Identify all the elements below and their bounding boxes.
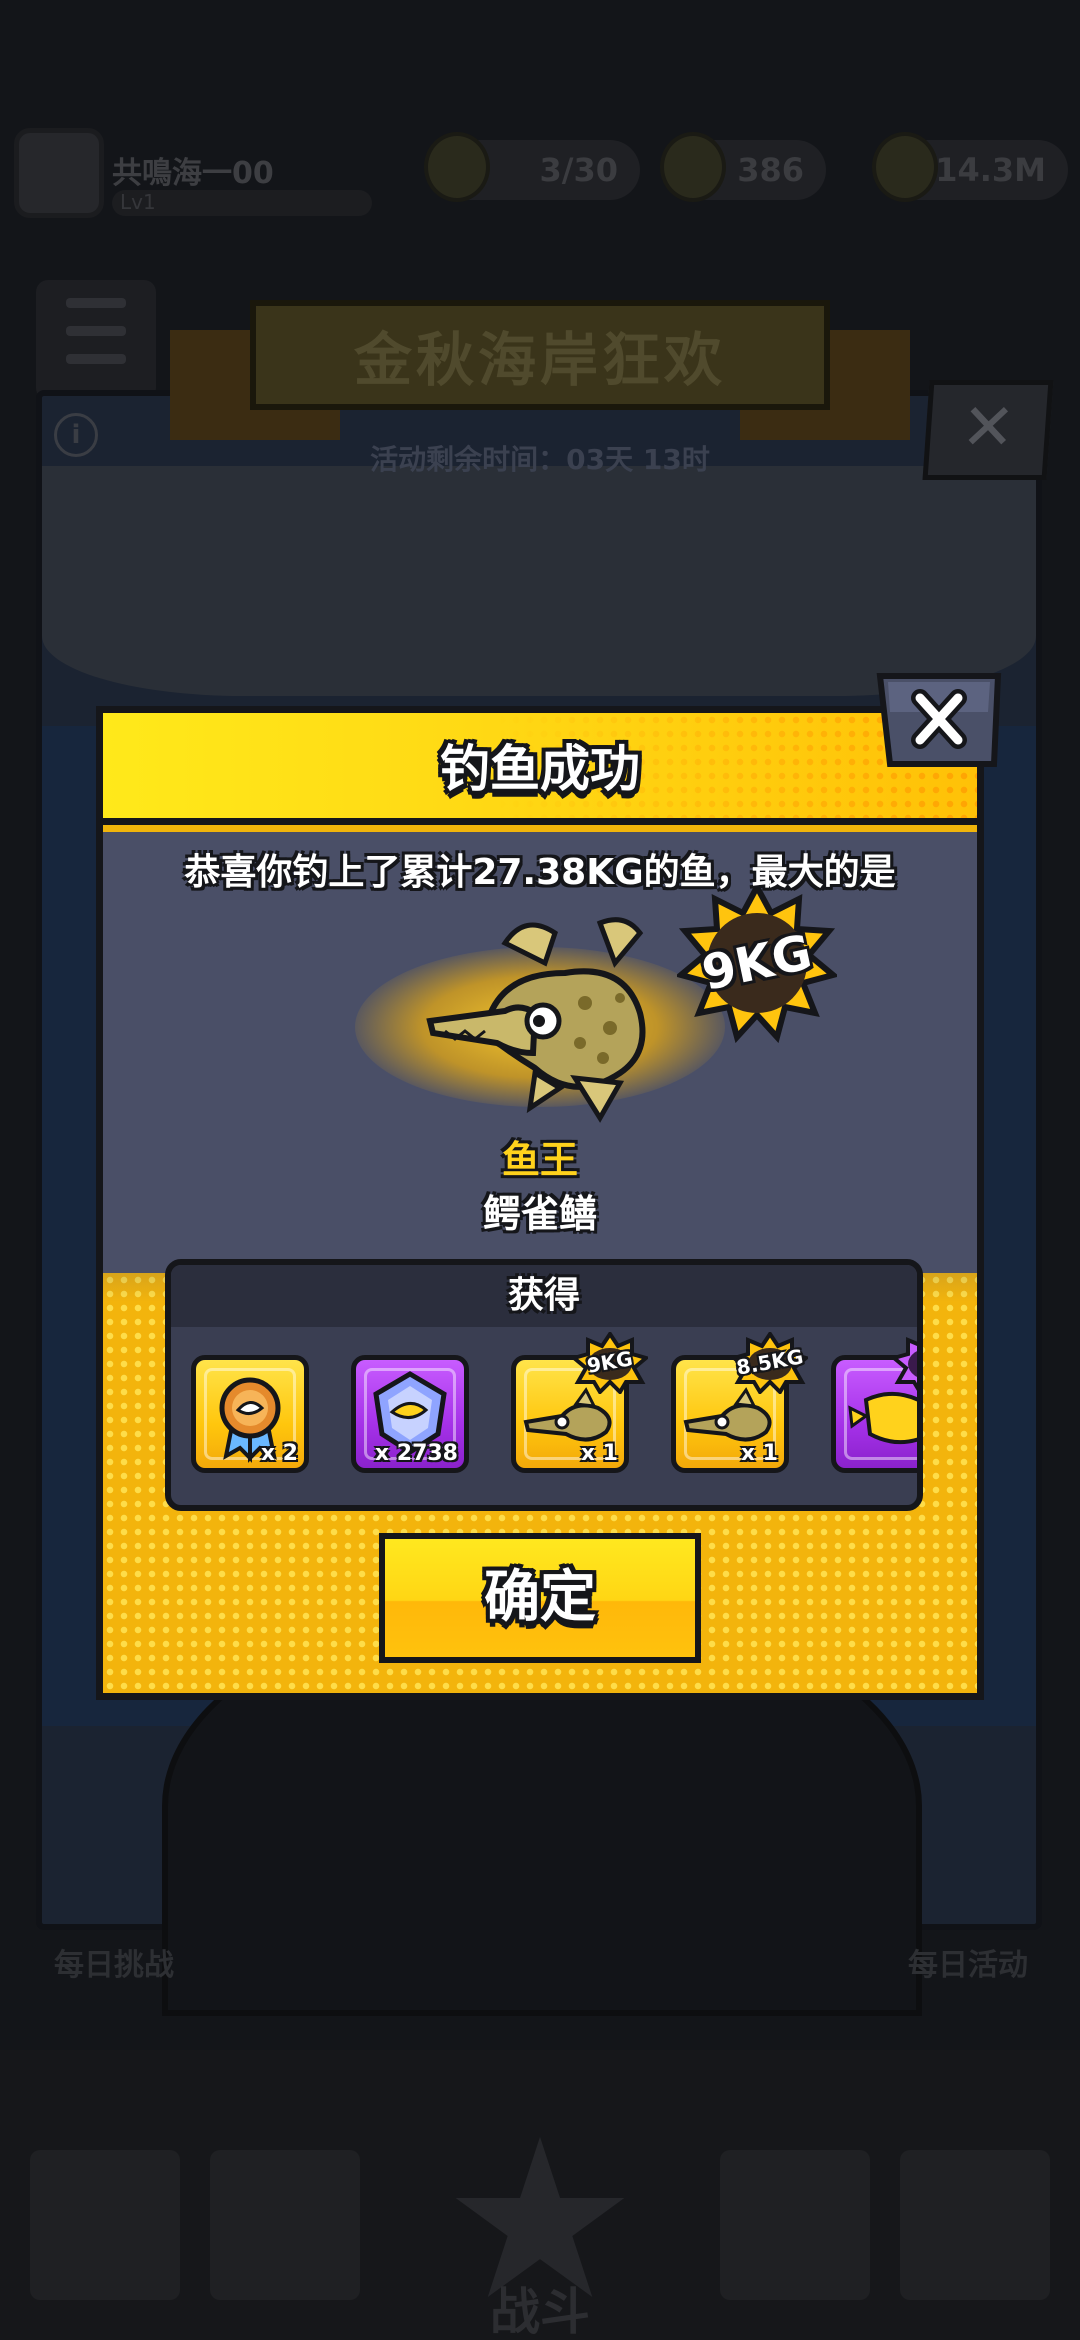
reward-item-fish-8-5kg[interactable]: 8.5KG x 1 [671,1330,811,1473]
energy-counter[interactable]: 3/30 [424,132,640,202]
player-level: Lv1 [112,190,372,216]
reward-item-token[interactable]: x 2738 [351,1355,469,1473]
fishing-success-dialog: 钓鱼成功 恭喜你钓上了累计27.38KG的鱼，最大的是 9KG 鱼王 鳄雀鳝 获… [96,706,984,1700]
info-icon[interactable]: i [54,413,98,457]
fish-coin-icon [660,132,726,202]
event-close-button[interactable]: ✕ [922,380,1054,480]
event-timer: 活动剩余时间：03天 13时 [370,443,710,476]
nav-tab-more[interactable] [900,2150,1050,2300]
rewards-list[interactable]: x 2 x 2738 9KG x 1 8.5KG x 1 3 [191,1330,917,1489]
weight-badge-partial: 3 [889,1332,917,1394]
fish-king-tag: 鱼王 [501,1138,578,1182]
weight-badge-9kg: 9KG [569,1330,651,1396]
gar-fish-icon [426,917,646,1123]
biggest-weight-badge: 9KG [674,880,840,1044]
clouds-decoration [42,466,1036,696]
menu-icon[interactable] [36,280,156,400]
top-status-bar: 共鳴海一00 Lv1 3/30 386 14.3M [0,120,1080,230]
weight-badge-8-5kg: 8.5KG [729,1330,811,1396]
gold-coin-icon [872,132,938,202]
fish-coin-counter[interactable]: 386 [660,132,826,202]
confirm-button[interactable]: 确定 [379,1533,701,1663]
dialog-title: 钓鱼成功 [440,740,640,798]
rewards-panel: 获得 x 2 x 2738 9KG x 1 8.5KG x 1 3 [165,1259,923,1511]
fish-name: 鳄雀鳝 [482,1192,597,1236]
daily-activity-label[interactable]: 每日活动 [908,1940,1028,1984]
rewards-title: 获得 [171,1265,917,1327]
reward-item-fish-9kg[interactable]: 9KG x 1 [511,1330,651,1473]
daily-challenge-label[interactable]: 每日挑战 [54,1940,174,1984]
player-name: 共鳴海一00 [112,156,274,191]
reward-item-medal[interactable]: x 2 [191,1355,309,1473]
reward-item-fish-partial[interactable]: 3 x [831,1336,917,1473]
player-avatar[interactable] [14,128,104,218]
congrats-text: 恭喜你钓上了累计27.38KG的鱼，最大的是 [184,852,896,893]
event-title-banner: 金秋海岸狂欢 [250,300,830,410]
gold-coin-counter[interactable]: 14.3M [872,132,1068,202]
energy-icon [424,132,490,202]
nav-tab-upgrade[interactable] [720,2150,870,2300]
